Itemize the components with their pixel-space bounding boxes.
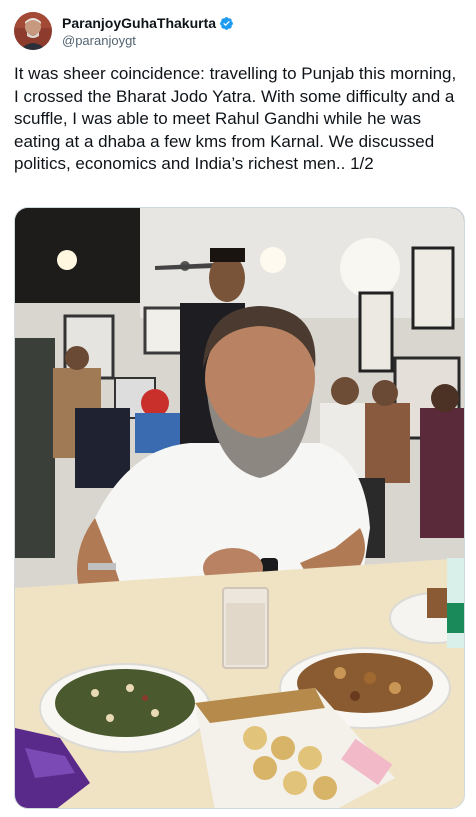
author-handle[interactable]: @paranjoygt [62, 33, 234, 48]
verified-badge-icon [220, 16, 233, 30]
tweet-media-photo[interactable] [14, 207, 465, 809]
tweet-header: ParanjoyGuhaThakurta @paranjoygt [14, 12, 454, 52]
avatar-photo-icon [14, 12, 52, 50]
photo-of-man-eating-at-dhaba [15, 208, 464, 808]
author-display-name[interactable]: ParanjoyGuhaThakurta [62, 15, 216, 31]
author-avatar[interactable] [14, 12, 52, 50]
tweet-text: It was sheer coincidence: travelling to … [14, 64, 457, 173]
tweet-card: ParanjoyGuhaThakurta @paranjoygt It was … [0, 0, 476, 817]
author-name-block: ParanjoyGuhaThakurta @paranjoygt [62, 15, 234, 48]
